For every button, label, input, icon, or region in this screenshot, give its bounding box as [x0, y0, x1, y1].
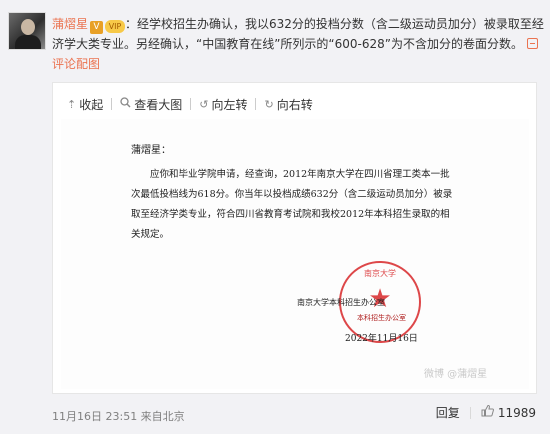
collapse-button[interactable]: ⇡ 收起: [67, 96, 103, 113]
post-timestamp[interactable]: 11月16日 23:51 来自北京: [52, 408, 185, 424]
rotate-right-button[interactable]: ↻ 向右转: [264, 96, 312, 113]
letter-paragraph: 应你和毕业学院申请，经查询，2012年南京大学在四川省理工类本一批次最低投档线为…: [131, 169, 453, 240]
image-toolbar: ⇡ 收起 查看大图 ↺ 向左转 ↻ 向右转: [67, 95, 313, 113]
image-link-icon: [527, 38, 539, 49]
letter-stamp-text: 本科招生办公室: [357, 314, 406, 322]
view-large-label: 查看大图: [134, 97, 183, 112]
avatar-body: [15, 35, 41, 49]
avatar-head: [21, 19, 35, 35]
post-actions: 回复 11989: [436, 404, 536, 421]
letter-content: 蒲熠星： 应你和毕业学院申请，经查询，2012年南京大学在四川省理工类本一批次最…: [131, 119, 456, 389]
rotate-right-icon: ↻: [264, 97, 274, 111]
weibo-feed-item: 蒲熠星 V VIP ：经学校招生办确认，我以632分的投档分数（含二级运动员加分）被录…: [0, 0, 550, 434]
rotate-left-icon: ↺: [199, 97, 209, 111]
rotate-left-button[interactable]: ↺ 向左转: [199, 96, 247, 113]
post-body-text: ：经学校招生办确认，我以632分的投档分数（含二级运动员加分）被录取至经济学大类…: [52, 17, 544, 51]
comment-image-link[interactable]: 评论配图: [52, 57, 100, 71]
rotate-right-label: 向右转: [276, 97, 313, 112]
toolbar-divider: [255, 98, 257, 110]
verified-badge-icon[interactable]: V: [90, 21, 104, 34]
expanded-image-panel: ⇡ 收起 查看大图 ↺ 向左转 ↻ 向右转 蒲熠星： 应你和毕业学院申请，经查询…: [52, 82, 537, 394]
post-text: 蒲熠星 V VIP ：经学校招生办确认，我以632分的投档分数（含二级运动员加分）被录…: [52, 14, 544, 74]
letter-image[interactable]: 蒲熠星： 应你和毕业学院申请，经查询，2012年南京大学在四川省理工类本一批次最…: [61, 119, 529, 389]
vip-badge-icon[interactable]: VIP: [105, 20, 126, 33]
toolbar-divider: [190, 98, 192, 110]
letter-salutation: 蒲熠星：: [131, 145, 171, 156]
seal-text: 南京大学: [364, 269, 396, 278]
arrow-up-icon: ⇡: [67, 97, 77, 111]
thumbs-up-icon[interactable]: [481, 404, 494, 421]
like-count[interactable]: 11989: [498, 406, 536, 420]
rotate-left-label: 向左转: [211, 97, 248, 112]
avatar[interactable]: [8, 12, 46, 50]
magnifier-icon: [120, 97, 131, 111]
letter-sender: 南京大学本科招生办公室: [297, 298, 385, 307]
reply-button[interactable]: 回复: [436, 404, 460, 421]
toolbar-divider: [111, 98, 113, 110]
action-divider: [469, 406, 471, 419]
author-name[interactable]: 蒲熠星: [52, 17, 88, 31]
view-large-button[interactable]: 查看大图: [120, 96, 182, 113]
collapse-label: 收起: [79, 97, 104, 112]
letter-date: 2022年11月16日: [345, 334, 418, 344]
image-watermark: 微博 @蒲熠星: [424, 369, 488, 380]
